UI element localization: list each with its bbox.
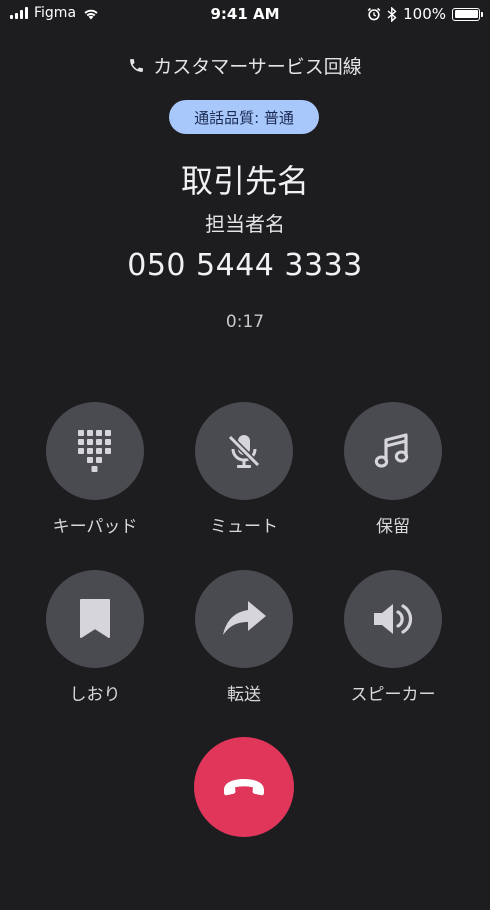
call-screen: Figma 9:41 AM 100% カスタマーサービス回線 通話品質: 普通 … bbox=[0, 0, 490, 910]
bookmark-button[interactable]: しおり bbox=[20, 570, 170, 705]
alarm-icon bbox=[367, 7, 381, 21]
call-quality-badge: 通話品質: 普通 bbox=[169, 100, 319, 134]
phone-number: 050 5444 3333 bbox=[127, 248, 363, 283]
line-name: カスタマーサービス回線 bbox=[153, 56, 362, 78]
bookmark-label: しおり bbox=[69, 685, 121, 705]
battery-icon bbox=[452, 7, 483, 21]
end-call-button[interactable] bbox=[194, 737, 294, 837]
music-note-icon bbox=[374, 433, 409, 468]
speaker-circle[interactable] bbox=[344, 570, 442, 668]
keypad-icon bbox=[78, 430, 111, 472]
hold-button[interactable]: 保留 bbox=[318, 402, 468, 537]
bookmark-circle[interactable] bbox=[46, 570, 144, 668]
hang-up-icon bbox=[224, 779, 264, 796]
mute-button[interactable]: ミュート bbox=[169, 402, 319, 537]
mute-circle[interactable] bbox=[195, 402, 293, 500]
bluetooth-icon bbox=[387, 6, 397, 22]
person-name: 担当者名 bbox=[205, 212, 285, 236]
keypad-circle[interactable] bbox=[46, 402, 144, 500]
line-title: カスタマーサービス回線 bbox=[0, 52, 490, 79]
battery-percent: 100% bbox=[403, 5, 446, 23]
phone-icon bbox=[130, 59, 144, 72]
transfer-circle[interactable] bbox=[195, 570, 293, 668]
keypad-button[interactable]: キーパッド bbox=[20, 402, 170, 537]
call-duration: 0:17 bbox=[225, 312, 265, 332]
contact-name: 取引先名 bbox=[180, 162, 309, 200]
mic-off-icon bbox=[227, 434, 261, 468]
forward-arrow-icon bbox=[223, 601, 266, 635]
hold-label: 保留 bbox=[376, 517, 410, 537]
bookmark-icon bbox=[80, 599, 110, 638]
transfer-button[interactable]: 転送 bbox=[169, 570, 319, 705]
keypad-label: キーパッド bbox=[52, 517, 138, 537]
speaker-label: スピーカー bbox=[350, 685, 436, 705]
hold-circle[interactable] bbox=[344, 402, 442, 500]
mute-label: ミュート bbox=[210, 517, 278, 537]
speaker-button[interactable]: スピーカー bbox=[318, 570, 468, 705]
speaker-icon bbox=[374, 604, 413, 634]
transfer-label: 転送 bbox=[227, 685, 261, 705]
status-bar: Figma 9:41 AM 100% bbox=[0, 0, 490, 30]
status-right: 100% bbox=[367, 5, 483, 23]
